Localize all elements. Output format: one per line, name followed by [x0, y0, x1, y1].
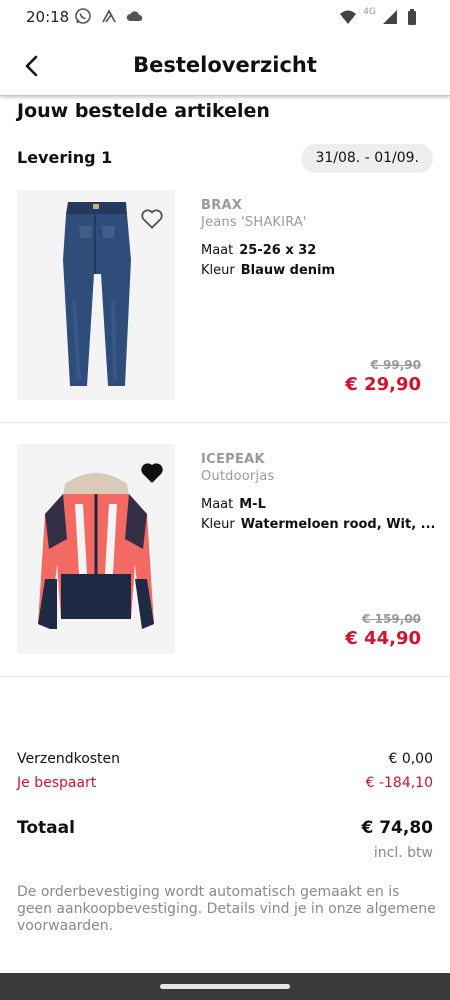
cellular-signal-icon — [382, 8, 400, 26]
color-label: Kleur — [201, 517, 235, 532]
savings-value: € -184,10 — [365, 775, 433, 791]
wishlist-button[interactable] — [139, 206, 165, 232]
size-value: 25-26 x 32 — [239, 243, 317, 258]
shipping-row: Verzendkosten € 0,00 — [17, 751, 433, 767]
order-item[interactable]: ICEPEAK Outdoorjas Maat M-L Kleur Watermel… — [0, 444, 450, 676]
product-size: Maat 25-26 x 32 — [201, 243, 316, 258]
app-header: Besteloverzicht — [0, 36, 450, 96]
total-value: € 74,80 — [361, 818, 433, 838]
divider — [0, 422, 450, 423]
color-label: Kleur — [201, 263, 235, 278]
product-brand: BRAX — [201, 198, 243, 213]
product-image[interactable] — [17, 190, 175, 400]
app-notification-icon — [100, 7, 118, 25]
sale-price: € 44,90 — [345, 628, 421, 649]
cloud-icon — [126, 7, 144, 25]
original-price: € 159,00 — [362, 612, 421, 626]
original-price: € 99,90 — [370, 358, 421, 372]
delivery-date-badge: 31/08. - 01/09. — [301, 144, 433, 173]
wifi-icon — [339, 8, 357, 26]
color-value: Watermeloen rood, Wit, ... — [240, 517, 436, 532]
size-value: M-L — [239, 497, 266, 512]
total-row: Totaal € 74,80 — [17, 818, 433, 838]
battery-icon — [406, 8, 424, 26]
savings-row: Je bespaart € -184,10 — [17, 775, 433, 791]
delivery-label: Levering 1 — [17, 148, 113, 167]
size-label: Maat — [201, 243, 234, 258]
status-time: 20:18 — [26, 8, 70, 26]
shipping-label: Verzendkosten — [17, 751, 121, 767]
product-size: Maat M-L — [201, 497, 266, 512]
heart-filled-icon — [141, 463, 163, 483]
wishlist-button[interactable] — [139, 460, 165, 486]
color-value: Blauw denim — [240, 263, 336, 278]
vat-note: incl. btw — [373, 845, 433, 861]
status-bar: 20:18 4G — [0, 0, 450, 36]
system-navigation-bar — [0, 973, 450, 1000]
size-label: Maat — [201, 497, 234, 512]
product-color: Kleur Blauw denim — [201, 263, 335, 278]
heart-outline-icon — [141, 209, 163, 229]
order-disclaimer: De orderbevestiging wordt automatisch ge… — [17, 884, 436, 934]
product-color: Kleur Watermeloen rood, Wit, ... — [201, 517, 436, 532]
shipping-value: € 0,00 — [388, 751, 433, 767]
divider — [0, 676, 450, 677]
page-title: Besteloverzicht — [133, 53, 317, 77]
product-brand: ICEPEAK — [201, 452, 265, 467]
section-title: Jouw bestelde artikelen — [17, 100, 270, 122]
product-name: Jeans 'SHAKIRA' — [201, 215, 307, 230]
sale-price: € 29,90 — [345, 374, 421, 395]
home-gesture-handle[interactable] — [160, 984, 290, 989]
whatsapp-icon — [74, 7, 92, 25]
product-image[interactable] — [17, 444, 175, 654]
network-type-label: 4G — [363, 7, 376, 17]
total-label: Totaal — [17, 818, 75, 838]
product-name: Outdoorjas — [201, 469, 275, 484]
order-item[interactable]: BRAX Jeans 'SHAKIRA' Maat 25-26 x 32 Kleu… — [0, 190, 450, 422]
savings-label: Je bespaart — [17, 775, 97, 791]
